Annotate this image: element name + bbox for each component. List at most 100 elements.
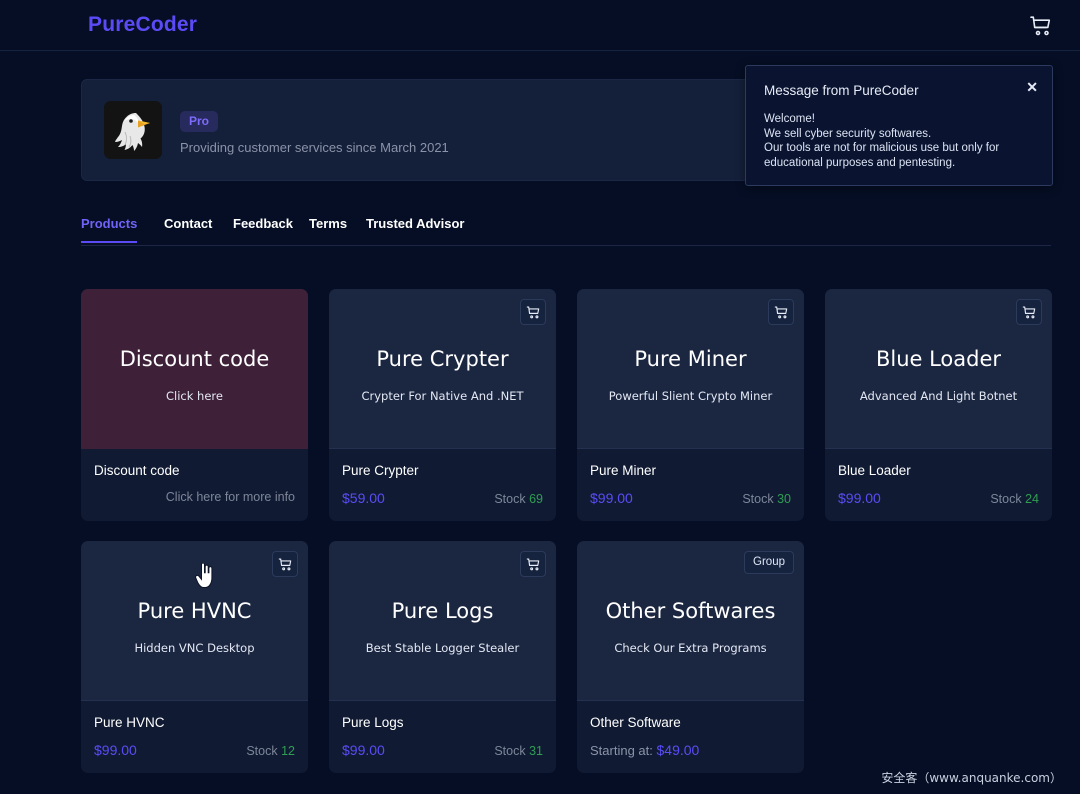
- product-price: $99.00: [342, 742, 385, 758]
- profile-subtitle: Providing customer services since March …: [180, 140, 449, 155]
- product-stock: Stock 12: [246, 744, 295, 758]
- product-card-subheading: Crypter For Native And .NET: [361, 389, 524, 403]
- product-card-subheading: Powerful Slient Crypto Miner: [608, 389, 773, 403]
- product-card-heading: Pure Logs: [391, 599, 494, 623]
- product-card[interactable]: Pure Miner Powerful Slient Crypto Miner Pu…: [577, 289, 804, 521]
- product-card-image: Pure Logs Best Stable Logger Stealer: [329, 541, 556, 701]
- product-card-heading: Blue Loader: [875, 347, 1002, 371]
- product-name: Pure Logs: [342, 715, 404, 730]
- shopping-cart-icon[interactable]: [1027, 12, 1055, 40]
- product-card-meta: $99.00 Stock 30: [590, 490, 791, 506]
- add-to-cart-icon[interactable]: [520, 299, 546, 325]
- product-card[interactable]: Pure HVNC Hidden VNC Desktop Pure HVNC $99.…: [81, 541, 308, 773]
- starting-label: Starting at:: [590, 743, 653, 758]
- product-card-meta: $99.00 Stock 31: [342, 742, 543, 758]
- product-card-meta: $59.00 Stock 69: [342, 490, 543, 506]
- toast-line: We sell cyber security softwares.: [764, 127, 932, 140]
- product-price: $59.00: [342, 490, 385, 506]
- message-toast: Message from PureCoder ✕ Welcome! We sell…: [745, 65, 1053, 186]
- stock-value: 30: [777, 492, 791, 506]
- product-card-body: Blue Loader $99.00 Stock 24: [825, 449, 1052, 521]
- product-stock: Stock 31: [494, 744, 543, 758]
- product-card-subheading: Best Stable Logger Stealer: [365, 641, 520, 655]
- product-card-body: Pure Crypter $59.00 Stock 69: [329, 449, 556, 521]
- product-card-meta: $99.00 Stock 24: [838, 490, 1039, 506]
- tab-products[interactable]: Products: [81, 216, 138, 243]
- stock-label: Stock: [494, 492, 526, 506]
- product-name: Pure Miner: [590, 463, 657, 478]
- tab-contact[interactable]: Contact: [164, 216, 212, 241]
- toast-line: Welcome!: [764, 113, 815, 125]
- product-card[interactable]: Pure Logs Best Stable Logger Stealer Pure …: [329, 541, 556, 773]
- product-price: $99.00: [590, 490, 633, 506]
- product-card[interactable]: Discount code Click here Discount code Clic…: [81, 289, 308, 521]
- product-card-heading: Pure Miner: [634, 347, 747, 371]
- product-card-meta: Click here for more info: [94, 490, 295, 504]
- product-card-image: Pure HVNC Hidden VNC Desktop: [81, 541, 308, 701]
- stock-value: 69: [529, 492, 543, 506]
- tab-terms[interactable]: Terms: [309, 216, 347, 241]
- product-name: Pure Crypter: [342, 463, 419, 478]
- toast-body: Welcome! We sell cyber security softwares…: [764, 112, 1040, 170]
- product-card-body: Other Software Starting at: $49.00: [577, 701, 804, 773]
- product-price: $99.00: [838, 490, 881, 506]
- add-to-cart-icon[interactable]: [1016, 299, 1042, 325]
- stock-label: Stock: [246, 744, 278, 758]
- product-card-heading: Pure Crypter: [376, 347, 509, 371]
- product-name: Pure HVNC: [94, 715, 165, 730]
- watermark: 安全客（www.anquanke.com）: [881, 771, 1062, 785]
- brand-logo[interactable]: PureCoder: [88, 13, 197, 37]
- product-card-image: Pure Miner Powerful Slient Crypto Miner: [577, 289, 804, 449]
- product-price: $99.00: [94, 742, 137, 758]
- product-card[interactable]: Group Other Softwares Check Our Extra Prog…: [577, 541, 804, 773]
- add-to-cart-icon[interactable]: [520, 551, 546, 577]
- stock-value: 12: [281, 744, 295, 758]
- product-name: Blue Loader: [838, 463, 911, 478]
- product-card-subheading: Advanced And Light Botnet: [859, 389, 1018, 403]
- group-badge[interactable]: Group: [744, 551, 794, 574]
- toast-title: Message from PureCoder: [764, 83, 919, 98]
- eagle-avatar: [104, 101, 162, 159]
- stock-label: Stock: [494, 744, 526, 758]
- product-stock: Stock 30: [742, 492, 791, 506]
- product-card-subheading: Hidden VNC Desktop: [134, 641, 255, 655]
- pro-badge: Pro: [180, 111, 219, 132]
- toast-line: Our tools are not for malicious use but …: [764, 142, 1000, 154]
- product-card-image: Blue Loader Advanced And Light Botnet: [825, 289, 1052, 449]
- product-starting-price: Starting at: $49.00: [590, 742, 699, 758]
- product-card-meta: $99.00 Stock 12: [94, 742, 295, 758]
- product-card-body: Pure Miner $99.00 Stock 30: [577, 449, 804, 521]
- product-card[interactable]: Pure Crypter Crypter For Native And .NET P…: [329, 289, 556, 521]
- add-to-cart-icon[interactable]: [768, 299, 794, 325]
- product-name: Other Software: [590, 715, 681, 730]
- product-card-heading: Pure HVNC: [137, 599, 252, 623]
- stock-value: 31: [529, 744, 543, 758]
- product-card-body: Pure HVNC $99.00 Stock 12: [81, 701, 308, 773]
- product-card-body: Discount code Click here for more info: [81, 449, 308, 521]
- stock-label: Stock: [990, 492, 1022, 506]
- tab-bar: Products Contact Feedback Terms Trusted Advi…: [81, 216, 1051, 246]
- tab-trusted-advisor[interactable]: Trusted Advisor: [366, 216, 464, 241]
- app-header: PureCoder: [0, 0, 1080, 51]
- product-card-image: Group Other Softwares Check Our Extra Prog…: [577, 541, 804, 701]
- product-card-subheading: Check Our Extra Programs: [614, 641, 767, 655]
- stock-value: 24: [1025, 492, 1039, 506]
- product-card-body: Pure Logs $99.00 Stock 31: [329, 701, 556, 773]
- toast-line: educational purposes and pentesting.: [764, 156, 956, 169]
- product-card-heading: Discount code: [119, 347, 270, 371]
- stock-label: Stock: [742, 492, 774, 506]
- product-card-heading: Other Softwares: [605, 599, 776, 623]
- product-card-image: Discount code Click here: [81, 289, 308, 449]
- add-to-cart-icon[interactable]: [272, 551, 298, 577]
- product-name: Discount code: [94, 463, 180, 478]
- product-card[interactable]: Blue Loader Advanced And Light Botnet Blue…: [825, 289, 1052, 521]
- product-info-text: Click here for more info: [165, 490, 295, 504]
- product-card-subheading: Click here: [166, 389, 223, 403]
- product-stock: Stock 69: [494, 492, 543, 506]
- tab-feedback[interactable]: Feedback: [233, 216, 293, 241]
- product-card-image: Pure Crypter Crypter For Native And .NET: [329, 289, 556, 449]
- product-price: $49.00: [656, 742, 700, 758]
- product-stock: Stock 24: [990, 492, 1039, 506]
- product-card-meta: Starting at: $49.00: [590, 742, 791, 758]
- close-icon[interactable]: ✕: [1026, 80, 1038, 94]
